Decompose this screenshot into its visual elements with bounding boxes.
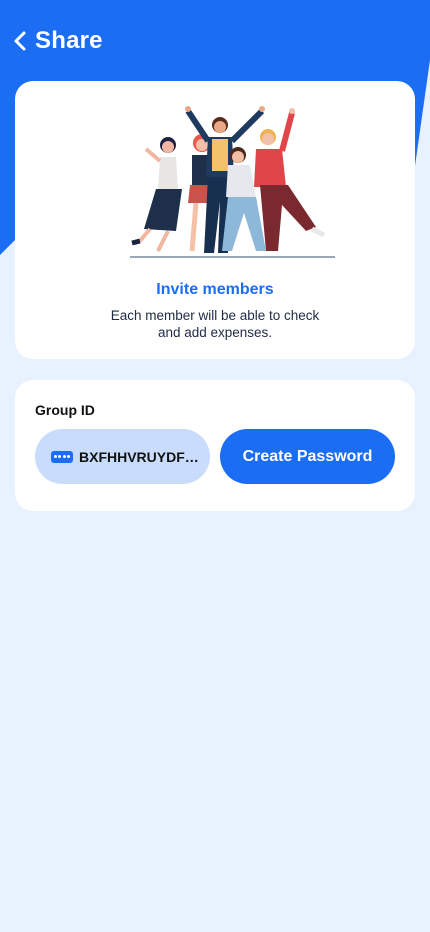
top-bar: Share xyxy=(0,22,430,60)
group-celebration-illustration xyxy=(130,106,335,258)
invite-title: Invite members xyxy=(156,281,274,298)
password-key-icon xyxy=(51,450,73,463)
page-title: Share xyxy=(35,27,103,54)
create-password-button[interactable]: Create Password xyxy=(220,429,395,484)
group-id-field[interactable]: BXFHHVRUYDFGHJK xyxy=(35,429,210,484)
back-button[interactable] xyxy=(0,30,27,52)
invite-description: Each member will be able to check and ad… xyxy=(110,308,320,340)
group-id-card: Group ID BXFHHVRUYDFGHJK Create Password xyxy=(15,380,415,511)
group-id-value: BXFHHVRUYDFGHJK xyxy=(79,448,199,465)
chevron-left-icon xyxy=(14,31,26,51)
invite-card: Invite members Each member will be able … xyxy=(15,81,415,359)
group-id-label: Group ID xyxy=(35,402,95,418)
